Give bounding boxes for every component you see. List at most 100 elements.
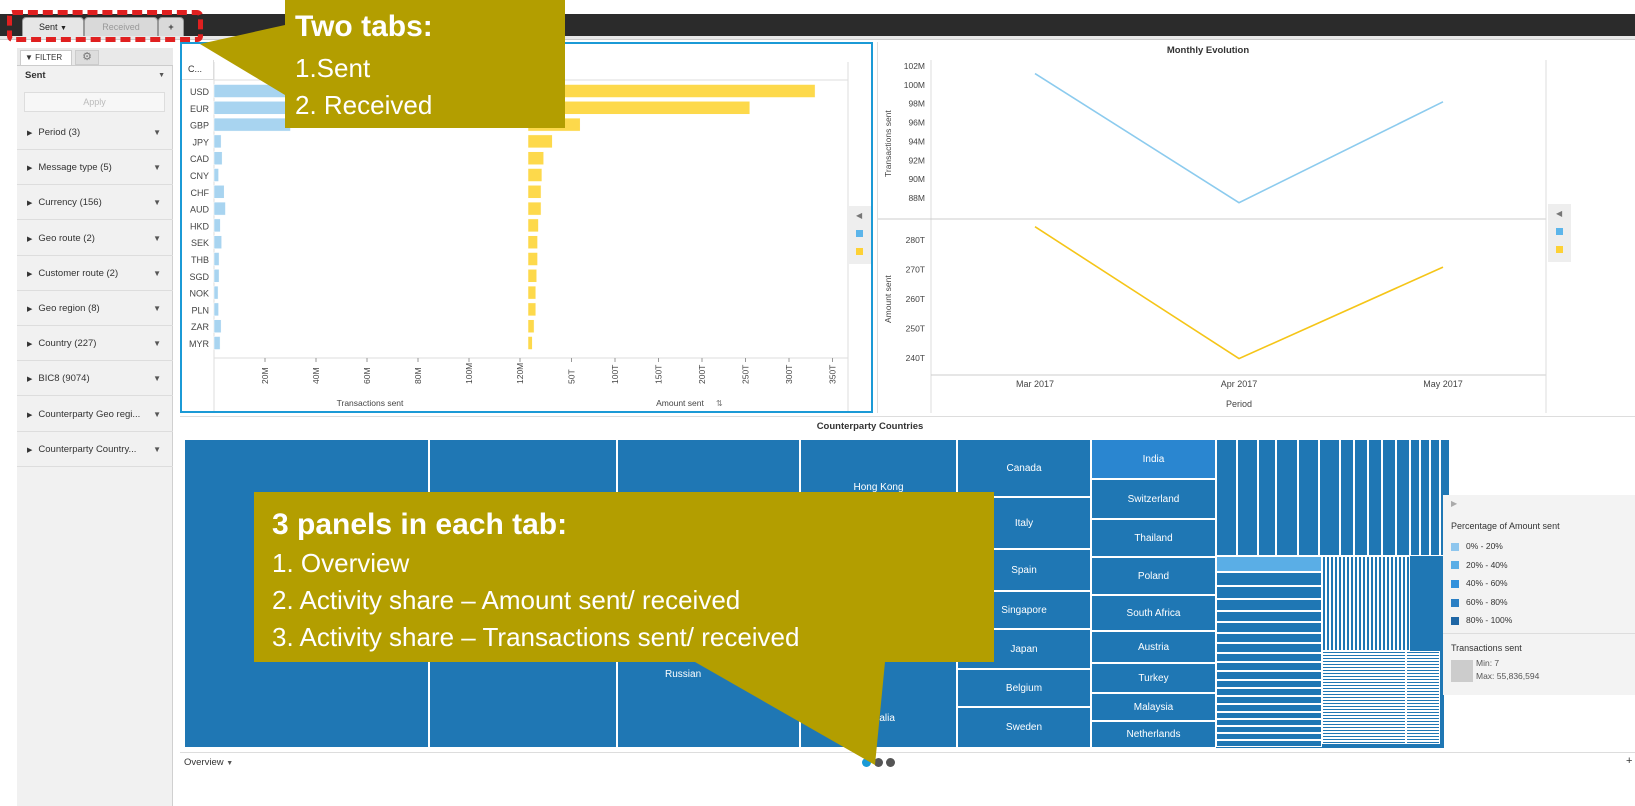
treemap-small-cell[interactable] xyxy=(1216,680,1322,688)
sort-icon: ⇅ xyxy=(716,399,723,408)
treemap-cell-india[interactable]: India xyxy=(1091,439,1216,479)
filter-item[interactable]: ▶ Message type (5) ▼ xyxy=(17,150,173,186)
filter-item-label: Currency (156) xyxy=(38,197,102,209)
treemap-cell-malaysia[interactable]: Malaysia xyxy=(1091,693,1216,721)
y-axis-label-transactions: Transactions sent xyxy=(883,110,893,177)
treemap-cell-poland[interactable]: Poland xyxy=(1091,557,1216,595)
treemap-small-cell[interactable] xyxy=(1410,439,1420,556)
filter-item[interactable]: ▶ BIC8 (9074) ▼ xyxy=(17,361,173,397)
x-tick-label: 60M xyxy=(362,367,372,384)
treemap-cell-sweden[interactable]: Sweden xyxy=(957,707,1091,748)
monthly-line-chart: 102M 100M 98M 96M 94M 92M 90M 88M 280T 270T 260T 25… xyxy=(878,60,1547,413)
treemap-small-cell[interactable] xyxy=(1430,439,1440,556)
filter-sidebar: ▼ FILTER ⚙ Sent ▼ Apply ▶ Period (3) ▼ ▶ Mes… xyxy=(17,48,173,806)
legend-swatch xyxy=(1451,598,1459,607)
treemap-small-cell[interactable] xyxy=(1258,439,1276,556)
filter-item[interactable]: ▶ Country (227) ▼ xyxy=(17,326,173,362)
treemap-small-cell[interactable] xyxy=(1298,439,1319,556)
treemap-small-cell[interactable] xyxy=(1216,740,1322,747)
transactions-bar xyxy=(213,302,219,317)
legend-collapse-strip-2[interactable]: ◀ xyxy=(1548,204,1571,262)
treemap-small-cell[interactable] xyxy=(1216,704,1322,712)
treemap-small-cell[interactable] xyxy=(1216,696,1322,704)
treemap-cell-austria[interactable]: Austria xyxy=(1091,631,1216,663)
filter-item[interactable]: ▶ Currency (156) ▼ xyxy=(17,185,173,221)
treemap-cell-netherlands[interactable]: Netherlands xyxy=(1091,721,1216,748)
treemap-small-cell[interactable] xyxy=(1216,719,1322,726)
treemap-small-cell[interactable] xyxy=(1216,733,1322,740)
monthly-evolution-panel[interactable]: Monthly Evolution 102M 100M 98M 96M 94M 92M 90… xyxy=(877,42,1635,413)
overview-dropdown[interactable]: Overview ▼ xyxy=(184,757,233,768)
legend-item: 0% - 20% xyxy=(1451,537,1512,556)
filter-item[interactable]: ▶ Geo route (2) ▼ xyxy=(17,221,173,256)
treemap-small-cell[interactable] xyxy=(1216,643,1322,653)
treemap-small-cell[interactable] xyxy=(1216,586,1322,599)
treemap-small-cell[interactable] xyxy=(1354,439,1368,556)
filter-item[interactable]: ▶ Period (3) ▼ xyxy=(17,115,173,150)
treemap-small-cell[interactable] xyxy=(1368,439,1382,556)
legend-swatch-yellow xyxy=(856,248,863,255)
treemap-small-cell[interactable] xyxy=(1216,688,1322,696)
treemap-small-cell[interactable] xyxy=(1382,439,1396,556)
filter-item[interactable]: ▶ Counterparty Country... ▼ xyxy=(17,432,173,467)
treemap-small-cell[interactable] xyxy=(1237,439,1258,556)
treemap-small-cell[interactable] xyxy=(1319,439,1340,556)
filter-item[interactable]: ▶ Customer route (2) ▼ xyxy=(17,256,173,291)
transactions-bar xyxy=(213,185,225,199)
treemap-small-cell[interactable] xyxy=(1216,726,1322,733)
overview-label: Overview xyxy=(184,757,224,768)
treemap-small-cell[interactable] xyxy=(1216,633,1322,643)
legend-swatch-yellow xyxy=(1556,246,1563,253)
treemap-small-cell[interactable] xyxy=(1340,439,1354,556)
x-tick-label: 50T xyxy=(567,369,577,384)
legend-expand-icon[interactable]: ▶ xyxy=(1451,499,1457,508)
treemap-small-cell[interactable] xyxy=(1216,439,1237,556)
treemap-small-cell[interactable] xyxy=(1276,439,1298,556)
size-legend-max: Max: 55,836,594 xyxy=(1476,671,1540,681)
treemap-cell-switzerland[interactable]: Switzerland xyxy=(1091,479,1216,519)
treemap-small-cell[interactable] xyxy=(1216,611,1322,622)
treemap-small-cell[interactable] xyxy=(1216,653,1322,662)
amount-bar xyxy=(527,269,537,283)
treemap-cell-label: Italy xyxy=(1014,517,1034,529)
filter-item[interactable]: ▶ Counterparty Geo regi... ▼ xyxy=(17,397,173,432)
sent-dropdown[interactable]: Sent ▼ xyxy=(25,70,165,84)
treemap-cell-belgium[interactable]: Belgium xyxy=(957,669,1091,707)
y-tick-label: 88M xyxy=(908,193,925,203)
treemap-small-cell[interactable] xyxy=(1216,572,1322,586)
apply-button[interactable]: Apply xyxy=(24,92,165,112)
gear-icon[interactable]: ⚙ xyxy=(75,50,99,65)
treemap-small-cell[interactable] xyxy=(1420,439,1430,556)
legend-item-label: 0% - 20% xyxy=(1466,541,1503,551)
expand-arrow-icon: ▶ xyxy=(27,306,33,313)
treemap-small-cell[interactable] xyxy=(1406,556,1410,651)
filter-icon: ▼ xyxy=(25,53,33,62)
legend-collapse-strip[interactable]: ◀ xyxy=(848,206,871,264)
filter-tab[interactable]: ▼ FILTER xyxy=(20,50,72,65)
treemap-small-cell[interactable] xyxy=(1322,741,1406,744)
amount-line xyxy=(1034,226,1444,360)
size-legend-title: Transactions sent xyxy=(1451,643,1522,653)
treemap-small-cell[interactable] xyxy=(1216,556,1322,572)
treemap-cell-label: Sweden xyxy=(1005,722,1043,733)
amount-bar xyxy=(527,336,533,350)
treemap-cell-turkey[interactable]: Turkey xyxy=(1091,663,1216,693)
treemap-small-cell[interactable] xyxy=(1216,671,1322,680)
currency-label: JPY xyxy=(192,137,209,147)
transactions-bar xyxy=(213,201,226,216)
treemap-cell-south-africa[interactable]: South Africa xyxy=(1091,595,1216,631)
treemap-small-cell[interactable] xyxy=(1406,741,1440,744)
filter-item[interactable]: ▶ Geo region (8) ▼ xyxy=(17,291,173,326)
treemap-small-cell[interactable] xyxy=(1216,662,1322,671)
transactions-bar xyxy=(213,117,291,132)
treemap-cell-canada[interactable]: Canada xyxy=(957,439,1091,497)
treemap-small-cell[interactable] xyxy=(1216,599,1322,611)
add-panel-button[interactable]: + xyxy=(1626,755,1632,767)
chevron-down-icon: ▼ xyxy=(153,268,161,278)
treemap-small-cell[interactable] xyxy=(1216,622,1322,633)
treemap-cell-thailand[interactable]: Thailand xyxy=(1091,519,1216,557)
chevron-down-icon: ▼ xyxy=(158,72,165,79)
treemap-small-cell[interactable] xyxy=(1396,439,1410,556)
treemap-cell-label: Poland xyxy=(1137,570,1170,582)
treemap-small-cell[interactable] xyxy=(1216,712,1322,719)
